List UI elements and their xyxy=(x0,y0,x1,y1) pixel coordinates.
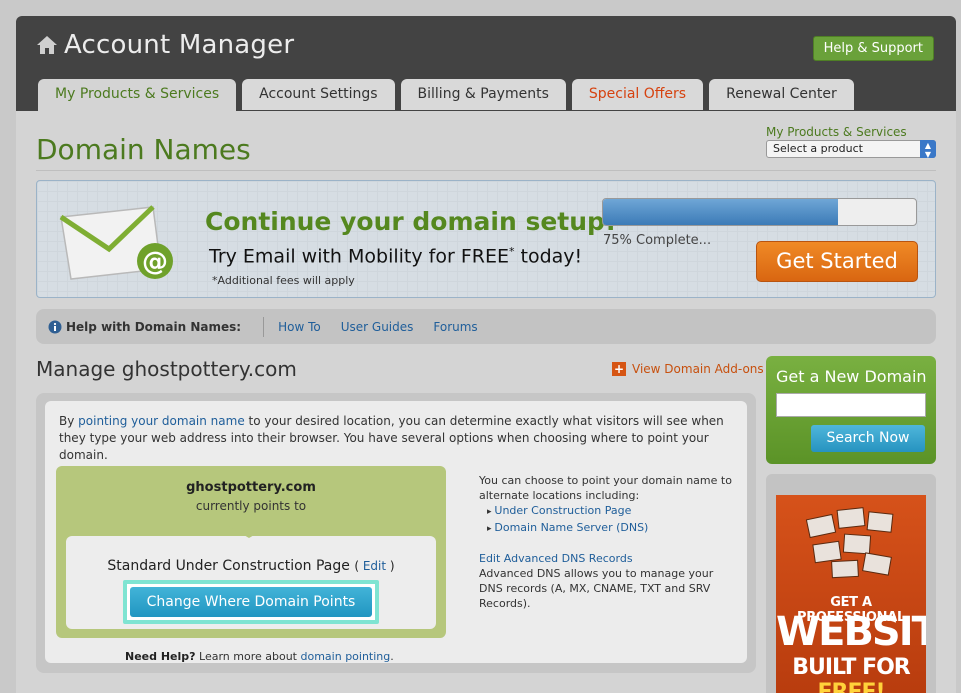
promo-line-3b: FREE! xyxy=(817,680,885,693)
help-bar: Help with Domain Names: How To User Guid… xyxy=(36,309,936,344)
setup-progress-bar xyxy=(602,198,917,226)
banner-headline: Continue your domain setup! xyxy=(205,207,617,236)
points-to-label: currently points to xyxy=(195,499,307,513)
svg-text:@: @ xyxy=(142,247,168,277)
banner-subline-end: today! xyxy=(514,245,583,268)
promo-banner: @ Continue your domain setup! Try Email … xyxy=(36,180,936,298)
domain-name: ghostpottery.com xyxy=(186,480,316,495)
banner-subline: Try Email with Mobility for FREE* today! xyxy=(209,245,582,267)
dns-link[interactable]: Domain Name Server (DNS) xyxy=(494,521,648,534)
edit-wrapper: ( Edit ) xyxy=(354,559,395,573)
arrow-down-icon xyxy=(225,524,273,538)
app-title: Account Manager xyxy=(64,30,295,60)
change-where-domain-points-button[interactable]: Change Where Domain Points xyxy=(130,587,372,617)
manage-panel: By pointing your domain name to your des… xyxy=(36,393,756,673)
product-select-value: Select a product xyxy=(773,142,863,155)
website-promo-panel: GET A PROFESSIONAL WEBSITE BUILT FOR FRE… xyxy=(766,474,936,693)
main-tabs: My Products & Services Account Settings … xyxy=(38,79,854,111)
domain-pointing-link[interactable]: domain pointing xyxy=(301,650,391,663)
page-title: Domain Names xyxy=(36,133,251,166)
new-domain-widget: Get a New Domain Search Now xyxy=(766,356,936,464)
tab-renewal-center[interactable]: Renewal Center xyxy=(709,79,854,110)
under-construction-link[interactable]: Under Construction Page xyxy=(494,504,631,517)
help-lead-text: Help with Domain Names: xyxy=(66,319,242,334)
edit-link[interactable]: Edit xyxy=(363,559,386,573)
current-target-panel: Standard Under Construction Page ( Edit … xyxy=(66,536,436,629)
app-header: Account Manager Help & Support My Produc… xyxy=(16,16,956,111)
app-brand: Account Manager xyxy=(36,30,294,60)
new-domain-title: Get a New Domain xyxy=(776,367,927,386)
intro-text-a: By xyxy=(59,414,79,428)
need-help-text: Learn more about xyxy=(195,650,301,663)
pointing-domain-link[interactable]: pointing your domain name xyxy=(78,414,245,428)
banner-subline-text: Try Email with Mobility for FREE xyxy=(209,245,509,268)
banner-note: *Additional fees will apply xyxy=(212,274,355,287)
progress-text: 75% Complete... xyxy=(603,233,712,248)
promo-line-3a: BUILT FOR xyxy=(792,655,911,680)
help-lead: Help with Domain Names: xyxy=(48,320,241,334)
get-started-button[interactable]: Get Started xyxy=(756,241,918,282)
alternate-list: Under Construction Page Domain Name Serv… xyxy=(487,503,739,537)
help-link-forums[interactable]: Forums xyxy=(433,320,477,334)
search-now-button[interactable]: Search Now xyxy=(811,425,925,452)
promo-line-3: BUILT FOR FREE! xyxy=(776,655,926,693)
home-icon[interactable] xyxy=(36,35,58,55)
manage-panel-inner: By pointing your domain name to your des… xyxy=(45,401,747,663)
website-screens-icon xyxy=(806,507,894,579)
plus-icon: + xyxy=(612,362,626,376)
domain-points-box: ghostpottery.com currently points to Sta… xyxy=(56,466,446,638)
advanced-dns-link[interactable]: Edit Advanced DNS Records xyxy=(479,551,739,566)
divider xyxy=(36,170,936,171)
alternate-locations: You can choose to point your domain name… xyxy=(479,473,739,611)
need-help: Need Help? Learn more about domain point… xyxy=(125,650,394,663)
current-target-text: Standard Under Construction Page xyxy=(107,558,350,574)
tab-my-products[interactable]: My Products & Services xyxy=(38,79,237,111)
chevron-updown-icon: ▲ ▼ xyxy=(920,140,936,159)
help-support-button[interactable]: Help & Support xyxy=(812,36,934,61)
need-help-bold: Need Help? xyxy=(125,650,196,663)
info-icon xyxy=(48,320,62,333)
tab-billing-payments[interactable]: Billing & Payments xyxy=(400,79,566,110)
progress-fill xyxy=(603,199,838,225)
promo-line-2: WEBSITE xyxy=(776,609,926,655)
list-item: Domain Name Server (DNS) xyxy=(487,520,739,537)
change-button-highlight: Change Where Domain Points xyxy=(123,580,379,624)
list-item: Under Construction Page xyxy=(487,503,739,520)
manage-title: Manage ghostpottery.com xyxy=(36,357,297,381)
tab-special-offers[interactable]: Special Offers xyxy=(571,79,704,110)
product-select-label: My Products & Services xyxy=(766,125,907,139)
website-promo-ad[interactable]: GET A PROFESSIONAL WEBSITE BUILT FOR FRE… xyxy=(776,495,926,693)
tab-account-settings[interactable]: Account Settings xyxy=(242,79,395,110)
current-target: Standard Under Construction Page ( Edit … xyxy=(66,558,436,574)
need-help-end: . xyxy=(390,650,394,663)
help-link-user-guides[interactable]: User Guides xyxy=(341,320,414,334)
domain-search-input[interactable] xyxy=(776,393,926,417)
product-select[interactable]: Select a product ▲ ▼ xyxy=(766,140,936,159)
view-addons-link[interactable]: + View Domain Add-ons xyxy=(612,362,764,376)
help-bar-separator xyxy=(263,316,265,337)
help-link-how-to[interactable]: How To xyxy=(278,320,321,334)
view-addons-label: View Domain Add-ons xyxy=(632,362,764,376)
alternate-intro: You can choose to point your domain name… xyxy=(479,474,732,502)
email-envelope-icon: @ xyxy=(59,205,173,280)
pointing-intro: By pointing your domain name to your des… xyxy=(59,413,739,464)
advanced-dns-desc: Advanced DNS allows you to manage your D… xyxy=(479,567,714,610)
